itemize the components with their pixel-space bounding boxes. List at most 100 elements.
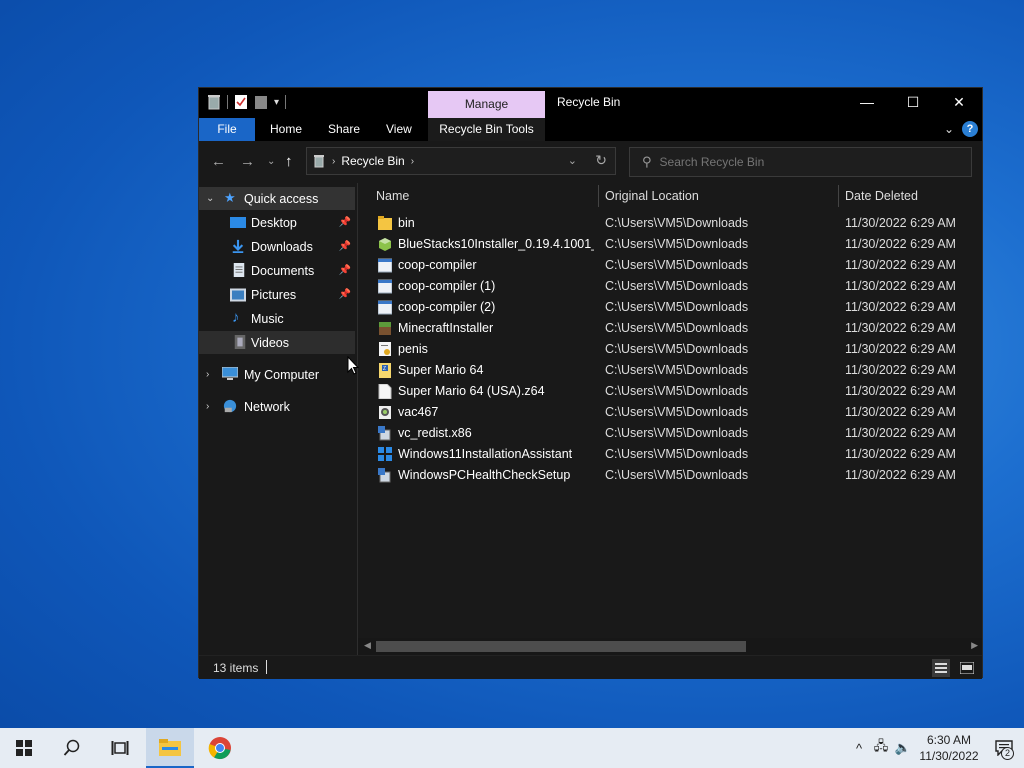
table-row[interactable]: MinecraftInstaller C:\Users\VM5\Downloads… (358, 318, 982, 339)
network-globe-icon (223, 399, 237, 413)
pin-icon[interactable]: 📌 (339, 241, 351, 252)
table-row[interactable]: penis C:\Users\VM5\Downloads 11/30/2022 6:… (358, 339, 982, 360)
table-row[interactable]: vac467 C:\Users\VM5\Downloads 11/30/2022 6… (358, 402, 982, 423)
original-location: C:\Users\VM5\Downloads (605, 468, 749, 482)
column-header-original-location[interactable]: Original Location (605, 183, 835, 209)
sidebar-item-downloads[interactable]: Downloads 📌 (199, 235, 355, 258)
recent-locations-icon[interactable]: ⌄ (267, 156, 275, 167)
pin-icon[interactable]: 📌 (339, 265, 351, 276)
sidebar-item-network[interactable]: › Network (199, 395, 355, 418)
original-location: C:\Users\VM5\Downloads (605, 384, 749, 398)
search-box[interactable]: ⚲ (629, 147, 972, 177)
sidebar-item-pictures[interactable]: Pictures 📌 (199, 283, 355, 306)
scroll-left-icon[interactable]: ◀ (364, 640, 371, 651)
table-row[interactable]: BlueStacks10Installer_0.19.4.1001_n... C:… (358, 234, 982, 255)
forward-arrow-icon[interactable]: → (240, 153, 255, 170)
table-row[interactable]: coop-compiler (1) C:\Users\VM5\Downloads 1… (358, 276, 982, 297)
tab-file[interactable]: File (199, 118, 255, 141)
volume-icon[interactable]: 🔈 (892, 740, 914, 756)
column-divider[interactable] (838, 185, 839, 207)
table-row[interactable]: coop-compiler (2) C:\Users\VM5\Downloads 1… (358, 297, 982, 318)
original-location: C:\Users\VM5\Downloads (605, 363, 749, 377)
minimize-button[interactable]: — (844, 88, 890, 116)
column-divider[interactable] (598, 185, 599, 207)
tab-recycle-bin-tools[interactable]: Recycle Bin Tools (428, 118, 545, 141)
breadcrumb-chevron-icon[interactable]: › (332, 156, 335, 167)
task-view-button[interactable] (96, 728, 144, 768)
pin-icon[interactable]: 📌 (339, 217, 351, 228)
app-window-icon (378, 258, 392, 273)
table-row[interactable]: coop-compiler C:\Users\VM5\Downloads 11/30… (358, 255, 982, 276)
horizontal-scrollbar[interactable]: ◀ ▶ (358, 638, 982, 655)
table-row[interactable]: Z Super Mario 64 C:\Users\VM5\Downloads 11/… (358, 360, 982, 381)
collapse-chevron-icon[interactable]: ⌄ (206, 193, 214, 204)
close-button[interactable]: ✕ (936, 88, 982, 116)
sidebar-item-quick-access[interactable]: ⌄ ★ Quick access (199, 187, 355, 210)
file-name: Super Mario 64 (USA).z64 (398, 384, 545, 398)
clock-time: 6:30 AM (926, 733, 972, 747)
vac-icon (379, 406, 391, 419)
network-icon[interactable]: 🖧 (870, 737, 892, 759)
clock-date: 11/30/2022 (919, 749, 979, 763)
date-deleted: 11/30/2022 6:29 AM (845, 321, 956, 335)
address-dropdown-icon[interactable]: ⌄ (568, 154, 577, 167)
customize-toolbar-icon[interactable]: ▾ (274, 97, 279, 108)
expand-chevron-icon[interactable]: › (206, 369, 209, 380)
help-icon[interactable]: ? (962, 121, 978, 137)
date-deleted: 11/30/2022 6:29 AM (845, 237, 956, 251)
expand-chevron-icon[interactable]: › (206, 401, 209, 412)
table-row[interactable]: vc_redist.x86 C:\Users\VM5\Downloads 11/30… (358, 423, 982, 444)
sidebar-item-music[interactable]: ♪ Music (199, 307, 355, 330)
show-hidden-icons-icon[interactable]: ^ (848, 741, 870, 756)
back-arrow-icon[interactable]: ← (211, 153, 226, 170)
scroll-right-icon[interactable]: ▶ (971, 640, 978, 651)
table-row[interactable]: Super Mario 64 (USA).z64 C:\Users\VM5\Dow… (358, 381, 982, 402)
sidebar-item-my-computer[interactable]: › My Computer (199, 363, 355, 386)
table-row[interactable]: WindowsPCHealthCheckSetup C:\Users\VM5\Do… (358, 465, 982, 486)
large-icons-view-button[interactable] (958, 659, 976, 677)
clock[interactable]: 6:30 AM 11/30/2022 (914, 732, 984, 764)
status-separator (266, 660, 267, 674)
address-bar[interactable]: › Recycle Bin › ⌄ ↻ (306, 147, 616, 175)
refresh-icon[interactable]: ↻ (595, 152, 607, 169)
breadcrumb-recycle-bin[interactable]: Recycle Bin (341, 154, 404, 168)
file-list: ⌃ Name Original Location Date Deleted bi… (358, 183, 982, 641)
up-arrow-icon[interactable]: ↑ (285, 153, 293, 170)
tab-manage[interactable]: Manage (428, 91, 545, 118)
navigation-pane: ⌄ ★ Quick access Desktop 📌 Downloads 📌 D… (199, 183, 356, 655)
search-button[interactable] (48, 728, 96, 768)
taskbar-chrome[interactable] (196, 728, 244, 768)
column-header-date-deleted[interactable]: Date Deleted (845, 183, 982, 209)
taskbar-file-explorer[interactable] (146, 728, 194, 768)
sidebar-item-documents[interactable]: Documents 📌 (199, 259, 355, 282)
start-button[interactable] (0, 728, 48, 768)
table-row[interactable]: bin C:\Users\VM5\Downloads 11/30/2022 6:29… (358, 213, 982, 234)
date-deleted: 11/30/2022 6:29 AM (845, 468, 956, 482)
pin-icon[interactable]: 📌 (339, 289, 351, 300)
installer-icon (378, 468, 391, 483)
action-center-button[interactable]: 2 (984, 728, 1024, 768)
tab-share[interactable]: Share (328, 118, 360, 141)
file-name: bin (398, 216, 415, 230)
tab-view[interactable]: View (386, 118, 412, 141)
status-bar: 13 items (199, 655, 982, 679)
search-input[interactable] (659, 155, 940, 169)
maximize-button[interactable]: ☐ (890, 88, 936, 116)
original-location: C:\Users\VM5\Downloads (605, 237, 749, 251)
sidebar-item-videos[interactable]: Videos (199, 331, 355, 354)
tab-home[interactable]: Home (270, 118, 302, 141)
column-header-name[interactable]: Name (376, 183, 596, 209)
details-view-button[interactable] (932, 659, 950, 677)
ribbon-right: ⌄ ? (944, 121, 978, 137)
expand-ribbon-icon[interactable]: ⌄ (944, 122, 954, 136)
breadcrumb-chevron-icon[interactable]: › (411, 156, 414, 167)
sidebar-item-desktop[interactable]: Desktop 📌 (199, 211, 355, 234)
table-row[interactable]: Windows11InstallationAssistant C:\Users\V… (358, 444, 982, 465)
recycle-bin-icon (208, 95, 220, 110)
sidebar-item-label: Network (244, 399, 290, 414)
original-location: C:\Users\VM5\Downloads (605, 258, 749, 272)
properties-icon[interactable] (234, 94, 248, 110)
sidebar-item-label: Music (251, 311, 284, 326)
scrollbar-thumb[interactable] (376, 641, 746, 652)
new-folder-icon[interactable] (254, 94, 268, 110)
